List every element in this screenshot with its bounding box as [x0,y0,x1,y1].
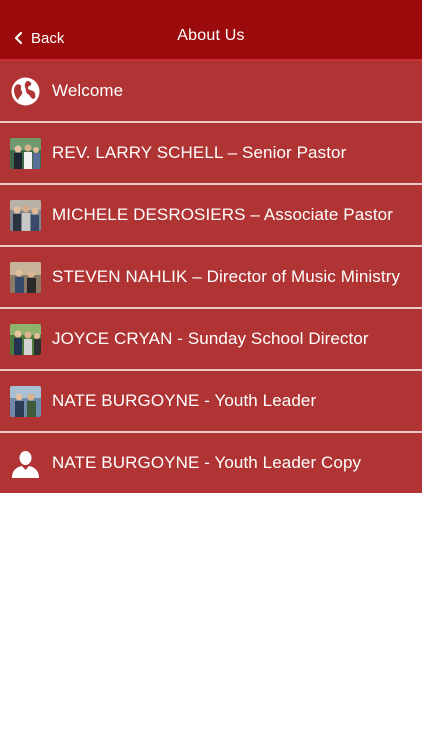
page-title: About Us [177,27,245,44]
photo-thumbnail [10,262,41,293]
about-list: Welcome REV. LARRY SCHELL – Senior Pasto… [0,61,422,493]
photo-thumbnail [10,138,41,169]
list-item-label: NATE BURGOYNE - Youth Leader [52,391,317,410]
list-item-music-ministry[interactable]: STEVEN NAHLIK – Director of Music Minist… [0,247,422,309]
list-item-label: JOYCE CRYAN - Sunday School Director [52,329,369,348]
list-item-label: NATE BURGOYNE - Youth Leader Copy [52,453,362,472]
navigation-bar: Back About Us [0,0,422,61]
list-item-label: MICHELE DESROSIERS – Associate Pastor [52,205,393,224]
list-item-associate-pastor[interactable]: MICHELE DESROSIERS – Associate Pastor [0,185,422,247]
list-item-youth-leader[interactable]: NATE BURGOYNE - Youth Leader [0,371,422,433]
photo-thumbnail [10,324,41,355]
about-us-screen: Back About Us Welcome REV. LARRY SCHELL … [0,0,422,750]
globe-icon [11,77,40,106]
list-item-label: Welcome [52,81,124,100]
photo-thumbnail [10,200,41,231]
list-item-sunday-school[interactable]: JOYCE CRYAN - Sunday School Director [0,309,422,371]
list-item-label: STEVEN NAHLIK – Director of Music Minist… [52,267,401,286]
list-item-youth-leader-copy[interactable]: NATE BURGOYNE - Youth Leader Copy [0,433,422,493]
list-item-senior-pastor[interactable]: REV. LARRY SCHELL – Senior Pastor [0,123,422,185]
list-item-label: REV. LARRY SCHELL – Senior Pastor [52,143,347,162]
person-icon [12,451,39,478]
list-item-welcome[interactable]: Welcome [0,61,422,123]
photo-thumbnail [10,386,41,417]
